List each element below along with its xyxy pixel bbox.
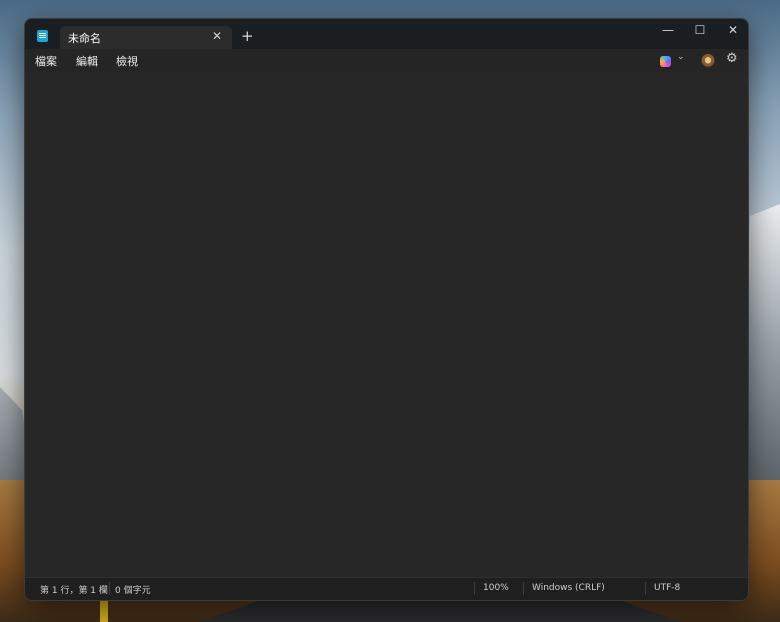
character-count: 0 個字元 xyxy=(115,586,151,596)
close-icon[interactable]: ✕ xyxy=(716,19,748,41)
text-editor-area xyxy=(25,73,748,578)
avatar-icon[interactable] xyxy=(701,54,715,68)
status-divider xyxy=(523,582,524,595)
minimize-icon[interactable]: — xyxy=(651,19,685,41)
zoom-level[interactable]: 100% xyxy=(483,583,509,593)
tab-title: 未命名 xyxy=(68,32,101,45)
plus-icon[interactable]: + xyxy=(241,28,254,44)
gear-icon[interactable]: ⚙ xyxy=(726,51,738,66)
notepad-window: 未命名 ✕ + — ☐ ✕ 檔案 編輯 檢視 ⌄ ⚙ 第 1 行，第 1 欄 0… xyxy=(24,18,749,601)
maximize-icon[interactable]: ☐ xyxy=(683,19,717,41)
close-icon[interactable]: ✕ xyxy=(212,29,222,43)
chevron-down-icon[interactable]: ⌄ xyxy=(677,52,685,62)
notepad-icon xyxy=(37,30,48,42)
status-bar: 第 1 行，第 1 欄 0 個字元 100% Windows (CRLF) UT… xyxy=(25,577,748,600)
encoding[interactable]: UTF-8 xyxy=(654,583,680,593)
menu-view[interactable]: 檢視 xyxy=(116,53,138,69)
tab-untitled[interactable]: 未命名 ✕ xyxy=(60,26,232,49)
status-divider xyxy=(645,582,646,595)
cursor-position: 第 1 行，第 1 欄 xyxy=(40,586,108,596)
status-divider xyxy=(474,582,475,595)
text-editor[interactable] xyxy=(25,73,748,578)
status-divider xyxy=(109,582,110,595)
menu-edit[interactable]: 編輯 xyxy=(76,53,98,69)
menu-bar: 檔案 編輯 檢視 ⌄ ⚙ xyxy=(25,49,748,73)
menu-file[interactable]: 檔案 xyxy=(35,53,57,69)
title-bar[interactable]: 未命名 ✕ + — ☐ ✕ xyxy=(25,19,748,49)
copilot-icon[interactable] xyxy=(660,56,671,67)
line-ending[interactable]: Windows (CRLF) xyxy=(532,583,605,593)
